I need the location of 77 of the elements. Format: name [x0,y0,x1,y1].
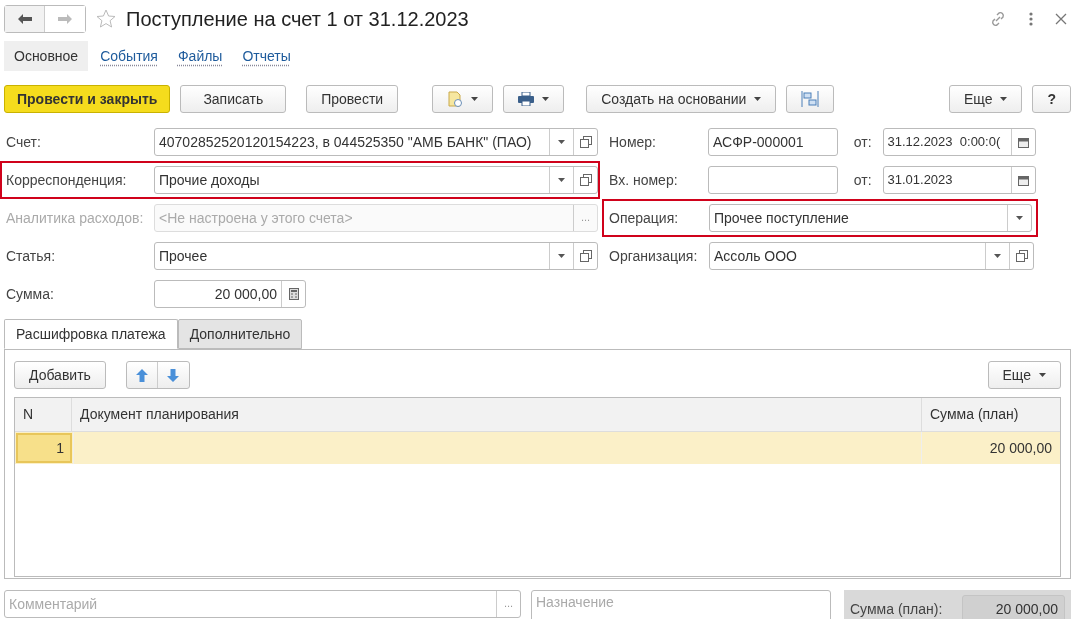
open-window-icon [579,174,592,186]
text-field[interactable] [708,166,838,194]
field-label: от: [853,170,873,190]
back-arrow-icon [17,14,32,24]
section-tab[interactable]: Расшифровка платежа [4,319,178,349]
open-window-icon [579,136,592,148]
window-title: Поступление на счет 1 от 31.12.2023 [126,7,469,32]
more-button[interactable]: Еще [948,85,1023,113]
caret-icon [1016,216,1023,220]
column-header[interactable]: Сумма (план) [921,398,1060,431]
post-and-close-button[interactable]: Провести и закрыть [4,85,171,113]
select-field[interactable]: Прочее поступление [709,204,1032,232]
document-clock-icon [447,91,464,107]
caret-icon [542,97,550,101]
close-icon[interactable] [1055,13,1067,25]
toolbar-button[interactable]: Записать [180,85,287,113]
calendar-icon [1018,136,1029,148]
select-field[interactable]: Прочие доходы [154,166,598,194]
field-label: Номер: [609,132,657,152]
nav-tab[interactable]: События [92,41,166,71]
calculator-icon [288,288,299,300]
field-label: Счет: [6,132,42,152]
table-cell: 1 [16,433,72,463]
arrow-down-icon [167,368,180,382]
total-label: Сумма (план): [850,599,943,619]
document-menu-button[interactable] [432,85,494,113]
calendar-icon [1018,174,1029,186]
nav-tab[interactable]: Отчеты [234,41,299,71]
caret-icon [558,178,565,182]
table-cell: 20 000,00 [921,432,1060,464]
field-label: Сумма: [6,284,55,304]
caret-icon [558,254,565,258]
field-label: Статья: [6,246,57,266]
print-menu-button[interactable] [503,85,565,113]
back-button[interactable] [5,6,45,32]
nav-tab[interactable]: Основное [4,41,89,71]
structure-icon [801,90,820,108]
add-button[interactable]: Добавить [14,361,106,389]
open-window-icon [1015,250,1028,262]
caret-icon [1039,373,1046,377]
link-icon[interactable] [989,10,1007,28]
nav-tab[interactable]: Файлы [169,41,231,71]
section-tab[interactable]: Дополнительно [177,319,303,349]
forward-arrow-icon [58,14,72,24]
total-value: 20 000,00 [962,595,1065,619]
date-field[interactable]: 31.01.2023 [882,166,1036,194]
table-row[interactable]: 1 20 000,00 [15,432,1060,464]
field-label: Корреспонденция: [6,170,128,190]
date-field[interactable]: 31.12.2023 0:00:0( [882,128,1036,156]
caret-icon [1000,97,1008,101]
caret-icon [754,97,762,101]
star-icon[interactable] [96,9,116,29]
caret-icon [558,140,565,144]
more-options-icon[interactable] [1029,12,1033,26]
select-field[interactable]: Ассоль ООО [709,242,1034,270]
text-field[interactable]: АСФР-000001 [708,128,838,156]
amount-field[interactable]: 20 000,00 [154,280,306,308]
structure-button[interactable] [786,85,835,113]
help-button[interactable]: ? [1032,85,1071,113]
select-field[interactable]: 40702852520120154223, в 044525350 "АМБ БАНК" (ПАО) [154,128,598,156]
field-label: от: [853,132,873,152]
create-based-on-button[interactable]: Создать на основании [586,85,777,113]
toolbar-button[interactable]: Провести [306,85,399,113]
field-label: Организация: [609,246,699,266]
field-label: Операция: [609,208,680,228]
caret-icon [994,254,1001,258]
column-header[interactable]: N [15,398,71,431]
field-label: Вх. номер: [609,170,679,190]
open-window-icon [579,250,592,262]
arrow-up-icon [135,368,148,382]
more-button[interactable]: Еще [987,361,1061,389]
select-field[interactable]: Прочее [154,242,598,270]
printer-icon [518,92,535,106]
column-header[interactable]: Документ планирования [71,398,921,431]
field-label: Аналитика расходов: [6,208,145,228]
caret-icon [471,97,479,101]
purpose-field[interactable]: Назначение [531,590,831,619]
